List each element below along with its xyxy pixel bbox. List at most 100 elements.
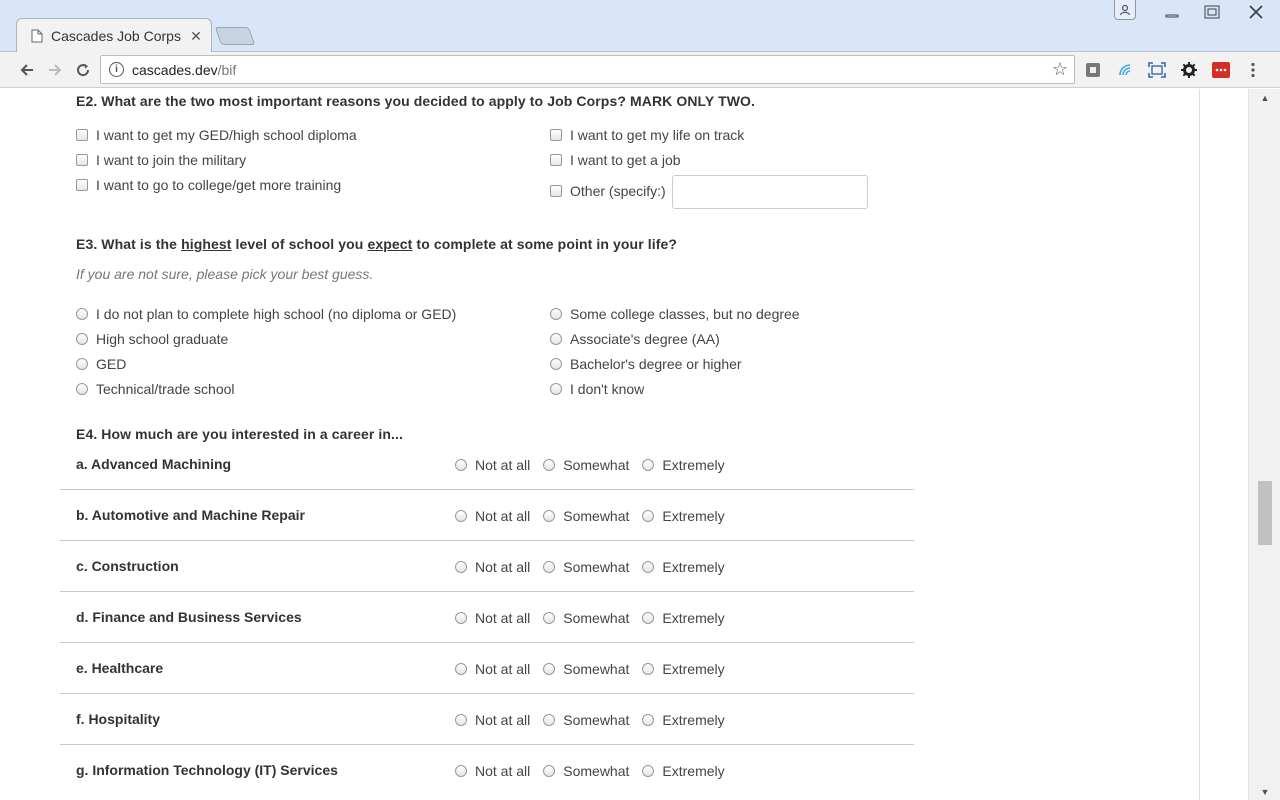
gear-icon[interactable] (1176, 57, 1202, 83)
e3-option-no-diploma[interactable]: I do not plan to complete high school (n… (76, 305, 456, 323)
close-tab-icon[interactable]: ✕ (189, 29, 203, 43)
e3-option-hs-grad[interactable]: High school graduate (76, 330, 228, 348)
e2-option-job[interactable]: I want to get a job (550, 151, 681, 169)
radio[interactable] (642, 459, 655, 471)
radio[interactable] (543, 459, 556, 471)
menu-icon[interactable] (1240, 57, 1266, 83)
radio[interactable] (455, 561, 467, 573)
e3-option-bachelor[interactable]: Bachelor's degree or higher (550, 355, 742, 373)
maximize-button[interactable] (1192, 0, 1232, 24)
checkbox[interactable] (76, 129, 88, 141)
not-at-all-option[interactable]: Not at all (455, 508, 530, 524)
checkbox[interactable] (76, 154, 88, 166)
extremely-option[interactable]: Extremely (642, 559, 725, 575)
browser-tab[interactable]: Cascades Job Corps ✕ (16, 18, 212, 53)
minimize-button[interactable] (1152, 0, 1192, 24)
extremely-option[interactable]: Extremely (642, 661, 725, 677)
radio[interactable] (543, 561, 556, 573)
address-bar[interactable]: i cascades.dev/bif ☆ (100, 55, 1075, 84)
extremely-option[interactable]: Extremely (642, 763, 725, 779)
radio[interactable] (455, 765, 467, 777)
radio[interactable] (76, 358, 88, 370)
somewhat-option[interactable]: Somewhat (543, 457, 629, 473)
radio[interactable] (455, 510, 467, 522)
page-viewport: E2. What are the two most important reas… (0, 89, 1248, 800)
somewhat-option[interactable]: Somewhat (543, 559, 629, 575)
career-label: e. Healthcare (76, 660, 164, 676)
e2-option-military[interactable]: I want to join the military (76, 151, 246, 169)
not-at-all-option[interactable]: Not at all (455, 457, 530, 473)
checkbox[interactable] (550, 185, 562, 197)
radio[interactable] (543, 714, 556, 726)
radio[interactable] (642, 561, 655, 573)
extremely-option[interactable]: Extremely (642, 457, 725, 473)
extremely-option[interactable]: Extremely (642, 508, 725, 524)
not-at-all-option[interactable]: Not at all (455, 661, 530, 677)
radio[interactable] (550, 358, 562, 370)
browser-titlebar: Cascades Job Corps ✕ (0, 0, 1280, 53)
e3-option-ged[interactable]: GED (76, 355, 126, 373)
extremely-option[interactable]: Extremely (642, 712, 725, 728)
e2-option-other[interactable]: Other (specify:) (550, 182, 666, 200)
radio[interactable] (550, 308, 562, 320)
radio[interactable] (543, 510, 556, 522)
reload-icon[interactable] (70, 57, 96, 83)
scroll-up-arrow-icon[interactable]: ▲ (1249, 89, 1280, 106)
not-at-all-option[interactable]: Not at all (455, 610, 530, 626)
radio[interactable] (642, 612, 655, 624)
e3-option-dont-know[interactable]: I don't know (550, 380, 644, 398)
radio[interactable] (455, 612, 467, 624)
somewhat-option[interactable]: Somewhat (543, 610, 629, 626)
somewhat-option[interactable]: Somewhat (543, 508, 629, 524)
close-window-button[interactable] (1232, 0, 1280, 24)
scroll-down-arrow-icon[interactable]: ▼ (1249, 783, 1280, 800)
radio[interactable] (543, 612, 556, 624)
new-tab-button[interactable] (214, 27, 256, 45)
radio[interactable] (455, 663, 467, 675)
checkbox[interactable] (76, 179, 88, 191)
radio[interactable] (550, 333, 562, 345)
window-controls (1152, 0, 1280, 26)
radio[interactable] (543, 663, 556, 675)
bookmark-star-icon[interactable]: ☆ (1052, 60, 1068, 78)
other-specify-input[interactable] (672, 175, 868, 209)
back-icon[interactable] (14, 57, 40, 83)
radio[interactable] (642, 510, 655, 522)
radio[interactable] (642, 765, 655, 777)
e3-option-associate[interactable]: Associate's degree (AA) (550, 330, 720, 348)
question-e3: E3. What is the highest level of school … (76, 236, 678, 252)
radio[interactable] (76, 383, 88, 395)
checkbox[interactable] (550, 154, 562, 166)
career-row-construction: c. Construction Not at all Somewhat Extr… (60, 541, 914, 592)
not-at-all-option[interactable]: Not at all (455, 559, 530, 575)
somewhat-option[interactable]: Somewhat (543, 712, 629, 728)
lastpass-icon[interactable] (1208, 57, 1234, 83)
radio[interactable] (455, 459, 467, 471)
e3-option-some-college[interactable]: Some college classes, but no degree (550, 305, 800, 323)
e3-option-trade-school[interactable]: Technical/trade school (76, 380, 235, 398)
page-scrollbar[interactable]: ▲ ▼ (1248, 89, 1280, 800)
screenshot-icon[interactable] (1144, 57, 1170, 83)
e2-option-ged[interactable]: I want to get my GED/high school diploma (76, 126, 357, 144)
radio[interactable] (642, 663, 655, 675)
forward-icon[interactable] (42, 57, 68, 83)
radio[interactable] (550, 383, 562, 395)
not-at-all-option[interactable]: Not at all (455, 712, 530, 728)
radio[interactable] (543, 765, 556, 777)
somewhat-option[interactable]: Somewhat (543, 763, 629, 779)
profile-icon[interactable] (1114, 0, 1136, 20)
e2-option-life-on-track[interactable]: I want to get my life on track (550, 126, 744, 144)
info-icon[interactable]: i (109, 62, 124, 77)
signal-icon[interactable] (1112, 57, 1138, 83)
extension-icon[interactable] (1080, 57, 1106, 83)
radio[interactable] (642, 714, 655, 726)
extremely-option[interactable]: Extremely (642, 610, 725, 626)
scrollbar-thumb[interactable] (1258, 481, 1272, 545)
e2-option-college[interactable]: I want to go to college/get more trainin… (76, 176, 341, 194)
radio[interactable] (76, 333, 88, 345)
not-at-all-option[interactable]: Not at all (455, 763, 530, 779)
radio[interactable] (76, 308, 88, 320)
checkbox[interactable] (550, 129, 562, 141)
somewhat-option[interactable]: Somewhat (543, 661, 629, 677)
radio[interactable] (455, 714, 467, 726)
